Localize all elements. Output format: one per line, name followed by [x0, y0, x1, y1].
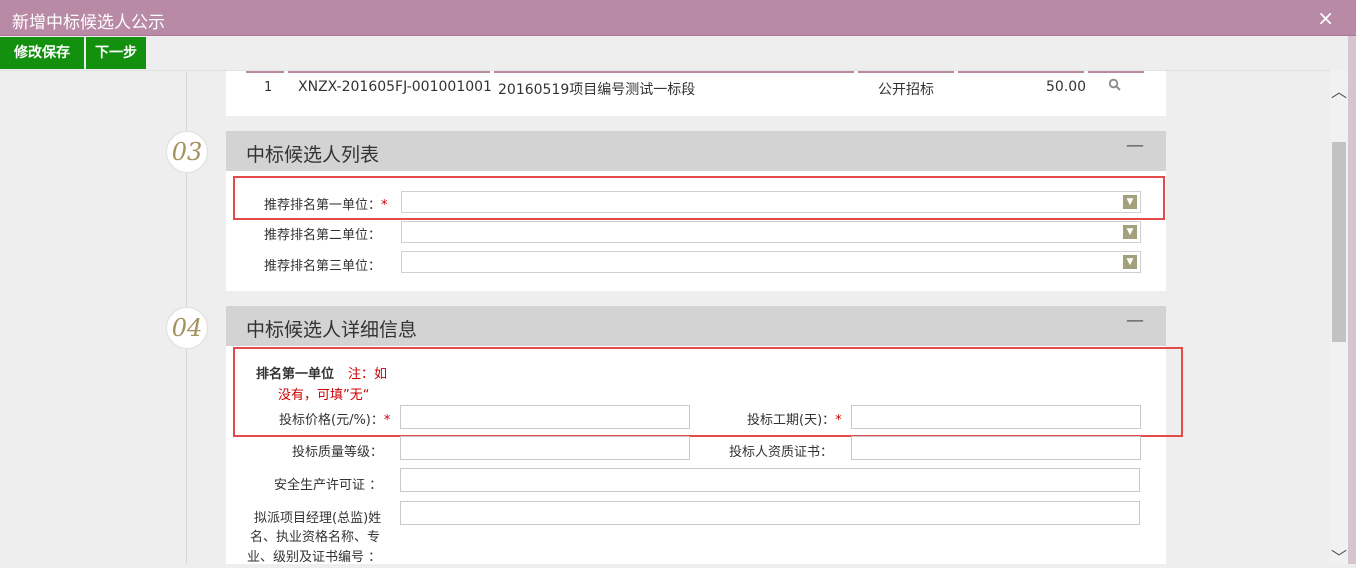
toolbar: 修改保存 下一步 [0, 36, 1348, 71]
next-step-button[interactable]: 下一步 [86, 37, 146, 69]
window-title-bar: 新增中标候选人公示 × [0, 0, 1356, 36]
highlight-box [233, 347, 1183, 437]
second-unit-select[interactable]: ▼ [401, 221, 1141, 243]
scrollbar-thumb[interactable] [1332, 142, 1346, 342]
section-title: 中标候选人列表 [246, 144, 380, 166]
close-icon[interactable]: × [1317, 6, 1334, 30]
qualification-cert-label: 投标人资质证书： [729, 445, 834, 460]
search-icon[interactable] [1108, 78, 1122, 96]
safety-license-input[interactable] [400, 468, 1140, 492]
procurement-method: 公开招标 [878, 82, 934, 98]
project-amount: 50.00 [1046, 79, 1087, 95]
safety-license-label: 安全生产许可证 ： [274, 478, 383, 493]
project-manager-label-line1: 拟派项目经理(总监)姓 [254, 511, 382, 526]
second-unit-label: 推荐排名第二单位： [264, 228, 382, 243]
quality-level-label: 投标质量等级： [292, 445, 384, 460]
project-manager-label-line2: 名、执业资格名称、专 [250, 530, 381, 545]
section-title: 中标候选人详细信息 [246, 319, 418, 341]
vertical-scrollbar[interactable]: ︿ ﹀ [1330, 70, 1348, 567]
form-content: 1 XNZX-201605FJ-001001001 20160519项目编号测试… [0, 71, 1330, 564]
project-name: 20160519项目编号测试一标段 [498, 82, 696, 98]
qualification-cert-input[interactable] [851, 436, 1141, 460]
third-unit-select[interactable]: ▼ [401, 251, 1141, 273]
section-header-candidate-detail: 中标候选人详细信息 — [226, 306, 1166, 346]
scroll-down-icon[interactable]: ﹀ [1330, 544, 1348, 567]
collapse-icon[interactable]: — [1126, 135, 1144, 156]
quality-level-input[interactable] [400, 436, 690, 460]
third-unit-label: 推荐排名第三单位： [264, 259, 382, 274]
section-number-03: 03 [166, 131, 208, 173]
project-manager-input[interactable] [400, 501, 1140, 525]
section-header-candidate-list: 中标候选人列表 — [226, 131, 1166, 171]
collapse-icon[interactable]: — [1126, 310, 1144, 331]
save-button[interactable]: 修改保存 [0, 37, 84, 69]
window-title: 新增中标候选人公示 [12, 13, 165, 33]
project-table: 1 XNZX-201605FJ-001001001 20160519项目编号测试… [226, 71, 1166, 116]
chevron-down-icon: ▼ [1123, 225, 1137, 239]
highlight-box [233, 176, 1165, 220]
project-manager-label-line3: 业、级别及证书编号 ： [247, 550, 382, 564]
scroll-up-icon[interactable]: ︿ [1330, 78, 1348, 101]
section-number-04: 04 [166, 307, 208, 349]
window-edge [1348, 36, 1356, 564]
row-index: 1 [264, 80, 273, 95]
chevron-down-icon: ▼ [1123, 255, 1137, 269]
project-code: XNZX-201605FJ-001001001 [298, 79, 492, 95]
